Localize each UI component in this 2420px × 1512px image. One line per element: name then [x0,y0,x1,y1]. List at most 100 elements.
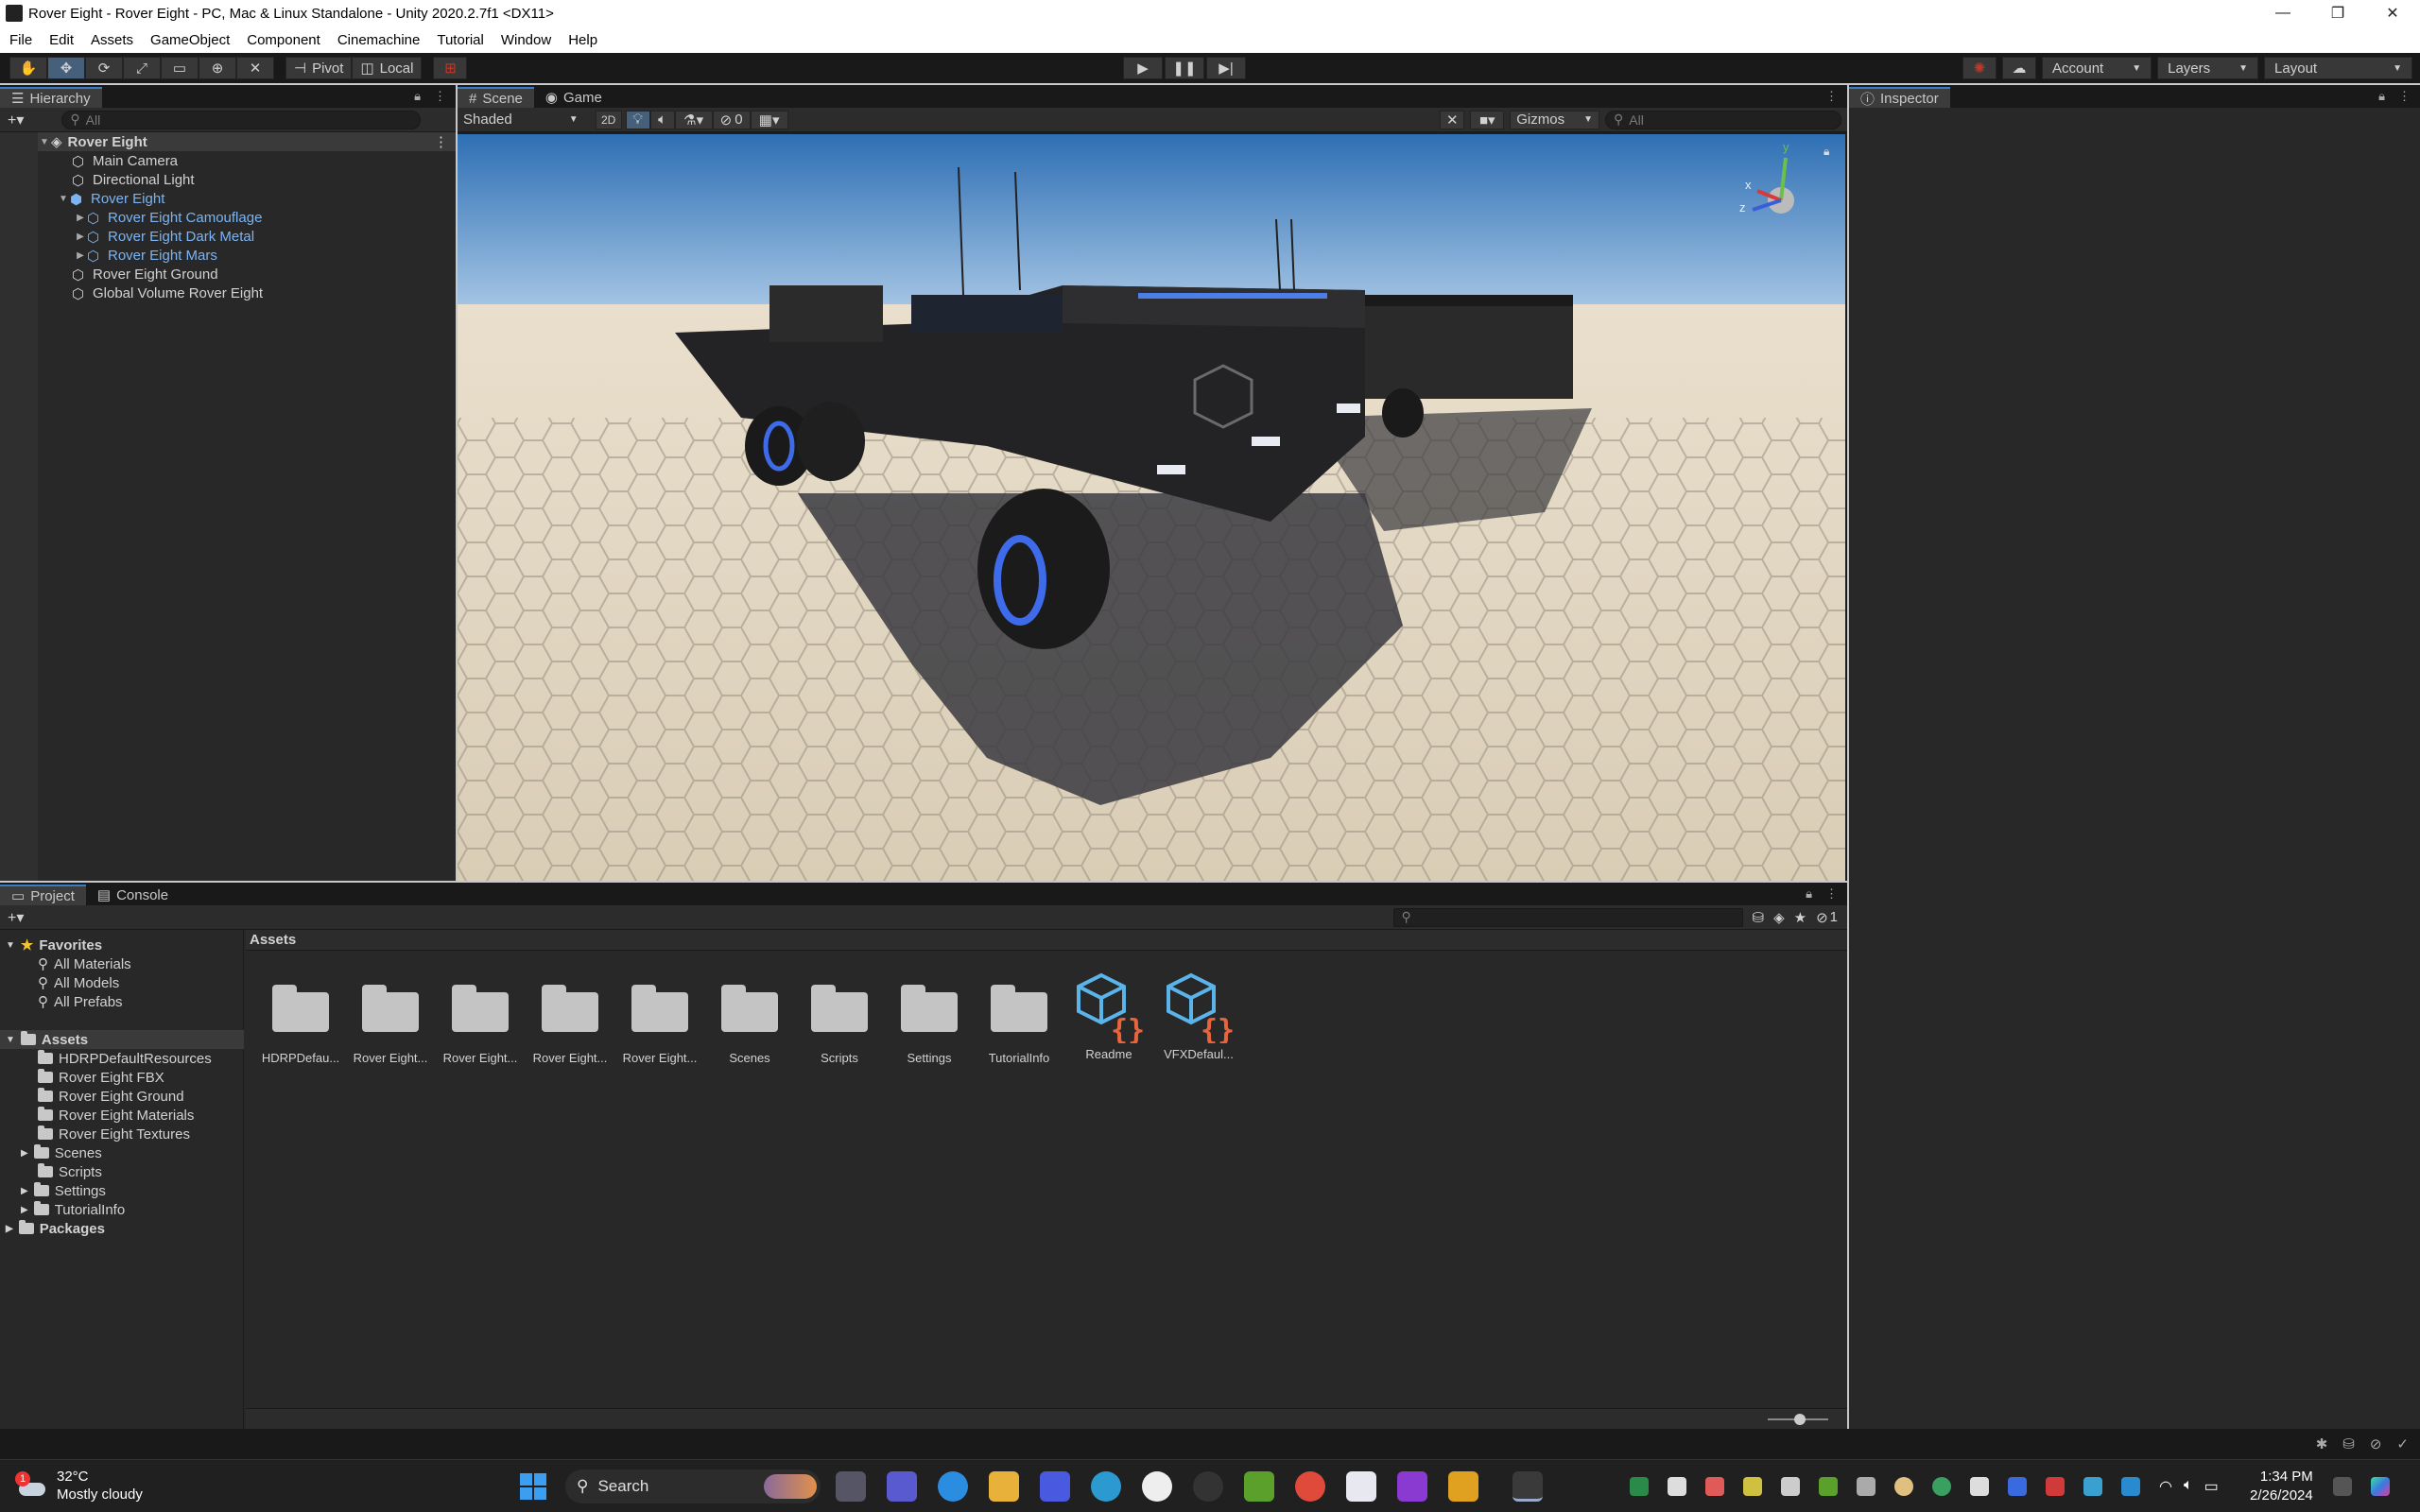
more-icon[interactable]: ⋮ [1825,886,1838,902]
pause-button[interactable]: ❚❚ [1165,57,1204,79]
unity-taskbar-icon[interactable] [1512,1471,1543,1502]
asset-folder[interactable]: Rover Eight Textures [38,1125,190,1143]
hierarchy-item[interactable]: ▶ ⬡ Rover Eight Camouflage [0,208,456,228]
unity-hub-icon[interactable] [1781,1477,1800,1496]
tab-inspector[interactable]: ⓘ Inspector [1849,87,1950,108]
hierarchy-item[interactable]: ▶ ⬡ Rover Eight Mars [0,246,456,266]
favorite-item[interactable]: ⚲ All Models [38,973,119,992]
tab-game[interactable]: ◉ Game [534,87,614,108]
asset-script-tile[interactable]: {} VFXDefaul... [1155,964,1242,1061]
hierarchy-item[interactable]: ⬡ Directional Light [0,170,456,190]
more-icon[interactable]: ⋮ [434,89,446,104]
asset-folder-tile[interactable]: Scripts [796,964,883,1065]
no-signal-icon[interactable]: ⊘ [2370,1435,2382,1452]
hierarchy-item[interactable]: ▼ ⬢ Rover Eight [0,189,456,209]
windows-start-icon[interactable] [518,1471,548,1502]
tray-app-icon[interactable] [2121,1477,2140,1496]
menu-cinemachine[interactable]: Cinemachine [337,32,421,48]
layers-dropdown[interactable]: Layers ▼ [2157,57,2259,79]
nvidia-icon[interactable] [1244,1471,1274,1502]
menu-tutorial[interactable]: Tutorial [437,32,483,48]
hidden-objects-toggle[interactable]: ⊘ 0 [712,110,751,129]
checkmark-icon[interactable]: ✓ [2396,1435,2409,1452]
snipping-tool-icon[interactable] [1346,1471,1376,1502]
step-button[interactable]: ▶| [1206,57,1246,79]
menu-component[interactable]: Component [247,32,320,48]
hierarchy-item[interactable]: ▶ ⬡ Rover Eight Dark Metal [0,227,456,247]
asset-folder[interactable]: Scripts [38,1162,102,1181]
maximize-button[interactable]: ❐ [2310,0,2365,26]
copilot-icon[interactable] [2371,1477,2390,1496]
system-tray[interactable]: ◠ 🔈︎ ▭ [2159,1477,2219,1496]
media-icon[interactable] [1397,1471,1427,1502]
audio-toggle-icon[interactable]: 🔈︎ [649,110,675,129]
teams-icon[interactable] [887,1471,917,1502]
packages-root[interactable]: ▶ Packages [6,1219,105,1238]
more-icon[interactable]: ⋮ [2398,89,2411,104]
tab-console[interactable]: ▤ Console [86,885,180,905]
lock-icon[interactable]: 🔒︎ [414,89,421,104]
lighting-toggle-icon[interactable]: 💡︎ [625,110,650,129]
hierarchy-item[interactable]: ⬡ Main Camera [0,151,456,171]
effects-toggle-icon[interactable]: ⚗▾ [674,110,713,129]
expand-arrow-icon[interactable]: ▶ [21,1186,28,1196]
expand-arrow-icon[interactable]: ▶ [21,1205,28,1215]
grid-snap-icon[interactable]: ⊞ [433,57,468,79]
scale-tool-icon[interactable]: ⤢ [123,57,161,79]
expand-arrow-icon[interactable]: ▶ [74,213,87,223]
2d-toggle[interactable]: 2D [595,110,622,129]
shading-mode-dropdown[interactable]: Shaded ▼ [458,109,584,130]
chrome-icon[interactable] [1295,1471,1325,1502]
asset-folder-tile[interactable]: Rover Eight... [347,964,434,1065]
expand-arrow-icon[interactable]: ▼ [57,194,70,204]
tray-app-icon[interactable] [1932,1477,1951,1496]
menu-file[interactable]: File [9,32,32,48]
asset-folder[interactable]: ▶ Scenes [21,1143,102,1162]
asset-folder[interactable]: HDRPDefaultResources [38,1049,212,1068]
expand-arrow-icon[interactable]: ▼ [6,940,15,951]
menu-edit[interactable]: Edit [49,32,74,48]
layout-dropdown[interactable]: Layout ▼ [2264,57,2412,79]
create-asset-button[interactable]: +▾ [8,908,24,927]
asset-folder[interactable]: ▶ Settings [21,1181,106,1200]
alienware-icon[interactable] [1142,1471,1172,1502]
expand-arrow-icon[interactable]: ▶ [21,1148,28,1159]
bug-icon[interactable]: ✱ [2316,1435,2328,1452]
expand-arrow-icon[interactable]: ▼ [6,1035,15,1045]
tab-project[interactable]: ▭ Project [0,885,86,905]
expand-arrow-icon[interactable]: ▶ [74,250,87,261]
more-icon[interactable]: ⋮ [1825,89,1838,104]
task-view-icon[interactable] [836,1471,866,1502]
outlook-icon[interactable] [2008,1477,2027,1496]
tray-app-icon[interactable] [1894,1477,1913,1496]
hierarchy-item[interactable]: ⬡ Rover Eight Ground [0,265,456,284]
tray-app-icon[interactable] [1705,1477,1724,1496]
scene-row[interactable]: ▼ ◈ Rover Eight ⋮ [0,132,456,151]
expand-arrow-icon[interactable]: ▼ [38,137,51,147]
expand-arrow-icon[interactable]: ▶ [6,1224,13,1234]
hierarchy-search-input[interactable]: ⚲ All [61,110,422,129]
taskbar-search[interactable]: ⚲ Search [565,1469,821,1503]
more-icon[interactable]: ⋮ [434,133,448,150]
sublime-icon[interactable] [1448,1471,1478,1502]
asset-folder[interactable]: Rover Eight Ground [38,1087,184,1106]
minimize-button[interactable]: — [2256,0,2310,26]
gizmos-dropdown[interactable]: Gizmos ▼ [1510,110,1599,129]
alien-dark-icon[interactable] [1193,1471,1223,1502]
favorites-header[interactable]: ▼ ★ Favorites [6,936,102,954]
close-button[interactable]: ✕ [2365,0,2420,26]
file-explorer-icon[interactable] [989,1471,1019,1502]
clock[interactable]: 1:34 PM 2/26/2024 [2250,1468,2313,1505]
favorite-item[interactable]: ⚲ All Prefabs [38,992,123,1011]
edge-icon[interactable] [938,1471,968,1502]
lock-icon[interactable]: 🔒︎ [1806,886,1812,902]
scene-viewport[interactable]: y x z 🔒︎ [458,134,1845,881]
move-tool-icon[interactable]: ✥ [47,57,85,79]
asset-script-tile[interactable]: {} Readme [1065,964,1152,1061]
account-dropdown[interactable]: Account ▼ [2042,57,2152,79]
hand-tool-icon[interactable]: ✋ [9,57,47,79]
weather-widget[interactable]: 1 32°C Mostly cloudy [15,1468,143,1503]
expand-arrow-icon[interactable]: ▶ [74,232,87,242]
build-icon[interactable]: ⛁ [2342,1435,2355,1452]
asset-folder-tile[interactable]: TutorialInfo [976,964,1063,1065]
